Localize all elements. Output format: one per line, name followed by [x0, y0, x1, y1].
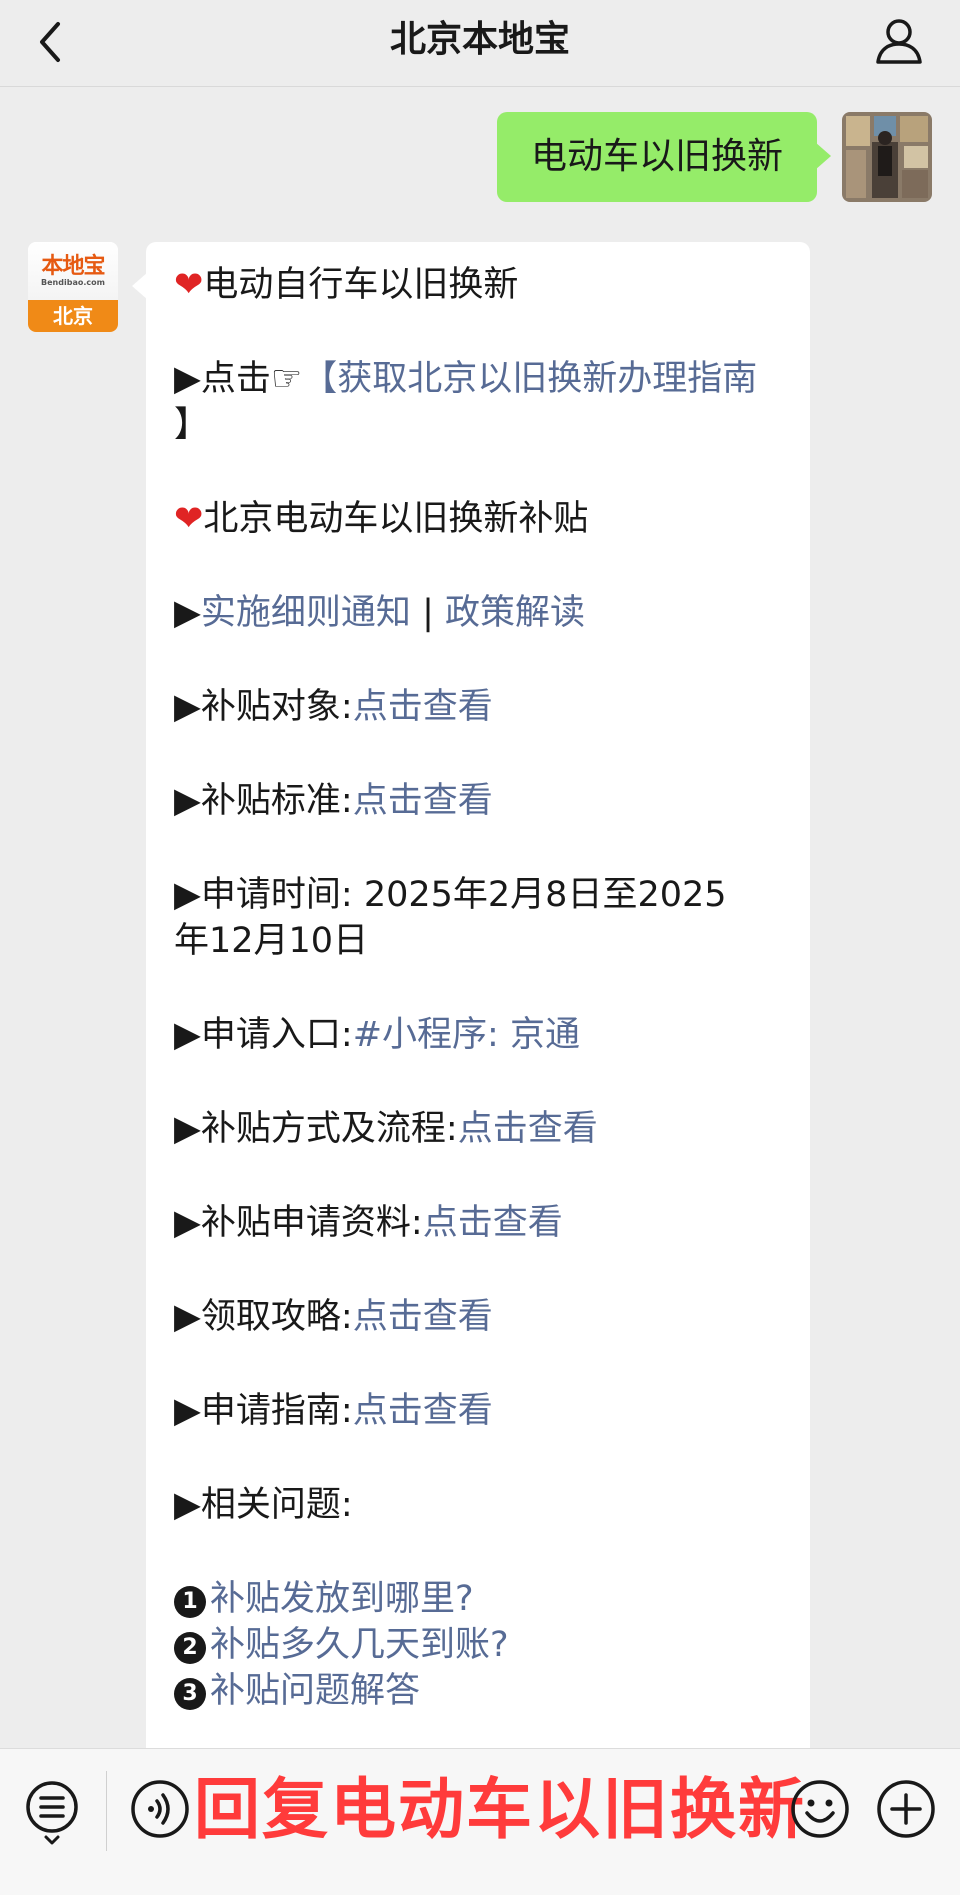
emoji-icon[interactable] [790, 1779, 850, 1839]
guide-prefix: ▶点击☞ [174, 359, 303, 399]
divider [106, 1771, 107, 1851]
avatar-photo-image [842, 112, 932, 202]
voice-icon[interactable] [130, 1779, 190, 1839]
subsidy-process-line: ▶补贴方式及流程:点击查看 [174, 1109, 598, 1149]
guide-line: ▶点击☞【获取北京以旧换新办理指南 [174, 356, 757, 402]
guide-link[interactable]: 【获取北京以旧换新办理指南 [302, 359, 757, 399]
mini-program-link[interactable]: #小程序: 京通 [353, 1015, 580, 1055]
subsidy-standard-link[interactable]: 点击查看 [353, 781, 493, 821]
bubble-tail [815, 142, 831, 170]
apply-entry-line: ▶申请入口:#小程序: 京通 [174, 1015, 580, 1055]
question-link-3[interactable]: 补贴问题解答 [210, 1671, 420, 1711]
number-badge: 1 [174, 1586, 206, 1618]
subsidy-materials-link[interactable]: 点击查看 [423, 1203, 563, 1243]
chat-title: 北京本地宝 [389, 19, 570, 60]
heart-icon: ❤ [174, 265, 204, 305]
subsidy-target-line: ▶补贴对象:点击查看 [174, 687, 493, 727]
question-item: 1 补贴发放到哪里? [174, 1576, 474, 1622]
subsidy-standard-line: ▶补贴标准:点击查看 [174, 781, 493, 821]
guide-link-end[interactable]: 】 [174, 405, 209, 445]
received-message-bubble: ❤电动自行车以旧换新 ▶点击☞【获取北京以旧换新办理指南 】 ❤北京电动车以旧换… [132, 242, 810, 1762]
subsidy-target-link[interactable]: 点击查看 [353, 687, 493, 727]
number-badge: 2 [174, 1632, 206, 1664]
heart-icon: ❤ [174, 499, 204, 539]
top-nav-bar: 北京本地宝 [0, 0, 960, 87]
apply-time-line-cont: 年12月10日 [174, 921, 369, 961]
policy-interpretation-link[interactable]: 政策解读 [445, 593, 585, 633]
subsidy-process-link[interactable]: 点击查看 [458, 1109, 598, 1149]
heading-subsidy: ❤北京电动车以旧换新补贴 [174, 499, 589, 539]
official-account-avatar[interactable]: 本地宝 Bendibao.com 北京 [28, 242, 118, 332]
logo-city-label: 北京 [28, 300, 118, 332]
guide-line-cont: 】 [174, 402, 209, 448]
sent-message-text: 电动车以旧换新 [530, 136, 783, 177]
menu-list-icon[interactable] [22, 1777, 82, 1847]
question-link-2[interactable]: 补贴多久几天到账? [210, 1625, 509, 1665]
question-item: 3 补贴问题解答 [174, 1668, 420, 1714]
user-avatar[interactable] [842, 112, 932, 202]
number-badge: 3 [174, 1678, 206, 1710]
reply-keyword-overlay: 回复电动车以旧换新 [194, 1771, 806, 1848]
subsidy-materials-line: ▶补贴申请资料:点击查看 [174, 1203, 563, 1243]
bubble-tail [132, 272, 148, 300]
logo-url-text: Bendibao.com [41, 278, 105, 287]
claim-guide-link[interactable]: 点击查看 [353, 1297, 493, 1337]
claim-guide-line: ▶领取攻略:点击查看 [174, 1297, 493, 1337]
apply-guide-line: ▶申请指南:点击查看 [174, 1391, 493, 1431]
question-item: 2 补贴多久几天到账? [174, 1622, 509, 1668]
related-questions-label: ▶相关问题: [174, 1485, 353, 1525]
bottom-input-bar: 回复电动车以旧换新 [0, 1748, 960, 1895]
sent-message-bubble[interactable]: 电动车以旧换新 [497, 112, 831, 202]
person-icon[interactable] [872, 14, 926, 68]
heading-ebike-tradein: ❤电动自行车以旧换新 [174, 265, 519, 305]
apply-time-line: ▶申请时间: 2025年2月8日至2025 [174, 875, 727, 915]
policy-line: ▶实施细则通知 | 政策解读 [174, 593, 585, 633]
policy-notice-link[interactable]: 实施细则通知 [201, 593, 411, 633]
logo-brand-text: 本地宝 [41, 254, 105, 279]
apply-guide-link[interactable]: 点击查看 [353, 1391, 493, 1431]
question-link-1[interactable]: 补贴发放到哪里? [210, 1579, 474, 1619]
plus-icon[interactable] [876, 1779, 936, 1839]
